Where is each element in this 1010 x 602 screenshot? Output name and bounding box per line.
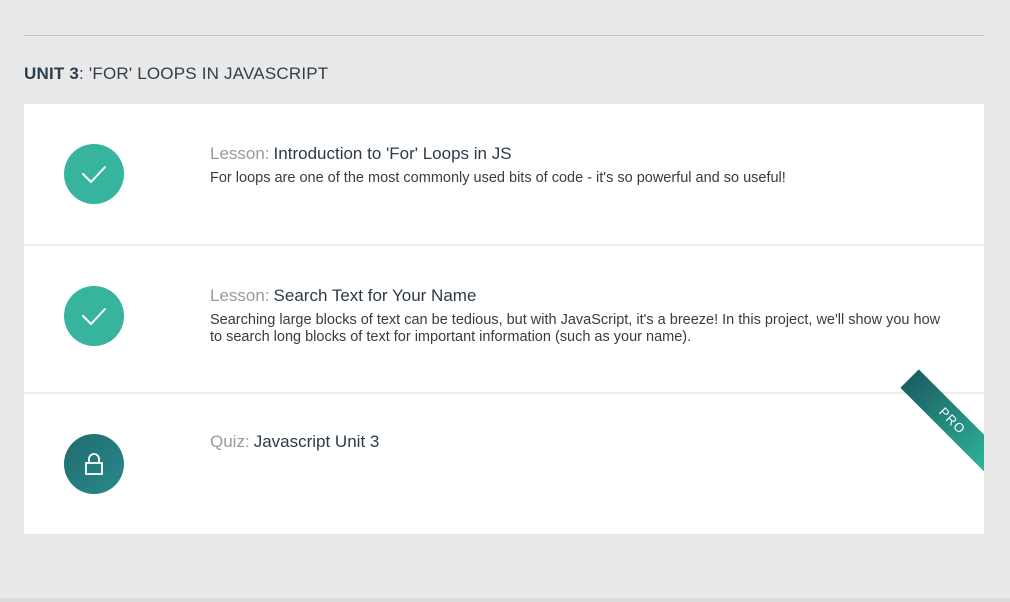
unit-separator: : [79, 64, 84, 83]
item-type-label: Lesson: [210, 286, 270, 305]
check-icon [82, 308, 106, 325]
item-type-label: Lesson: [210, 144, 270, 163]
bottom-divider [0, 598, 1010, 602]
unit-items-card: Lesson: Introduction to 'For' Loops in JS… [24, 104, 984, 534]
item-title-line: Lesson: Introduction to 'For' Loops in JS [210, 144, 950, 164]
item-description: For loops are one of the most commonly u… [210, 170, 786, 186]
course-unit-page: UNIT 3: 'FOR' LOOPS IN JAVASCRIPT Lesson… [0, 0, 1010, 602]
unit-title: 'FOR' LOOPS IN JAVASCRIPT [88, 64, 329, 83]
completed-status-badge [64, 144, 124, 204]
list-item-lesson-intro-for-loops[interactable]: Lesson: Introduction to 'For' Loops in JS… [24, 104, 984, 246]
list-item-lesson-search-text[interactable]: Lesson: Search Text for Your Name Searchi… [24, 246, 984, 394]
item-title[interactable]: Introduction to 'For' Loops in JS [274, 144, 512, 163]
item-description: Searching large blocks of text can be te… [210, 312, 941, 345]
item-text: Lesson: Search Text for Your Name Searchi… [210, 286, 950, 346]
top-divider [24, 35, 984, 36]
item-type-label: Quiz: [210, 432, 250, 451]
item-text: Quiz: Javascript Unit 3 [210, 432, 950, 452]
item-title[interactable]: Javascript Unit 3 [254, 432, 380, 451]
item-text: Lesson: Introduction to 'For' Loops in JS… [210, 144, 950, 187]
check-icon [82, 166, 106, 183]
locked-status-badge [64, 434, 124, 494]
item-title[interactable]: Search Text for Your Name [274, 286, 477, 305]
lock-icon [85, 453, 103, 475]
item-title-line: Quiz: Javascript Unit 3 [210, 432, 950, 452]
item-title-line: Lesson: Search Text for Your Name [210, 286, 950, 306]
completed-status-badge [64, 286, 124, 346]
list-item-quiz-unit-3[interactable]: Quiz: Javascript Unit 3 PRO [24, 369, 984, 534]
unit-heading: UNIT 3: 'FOR' LOOPS IN JAVASCRIPT [24, 64, 328, 84]
unit-number: UNIT 3 [24, 64, 80, 83]
